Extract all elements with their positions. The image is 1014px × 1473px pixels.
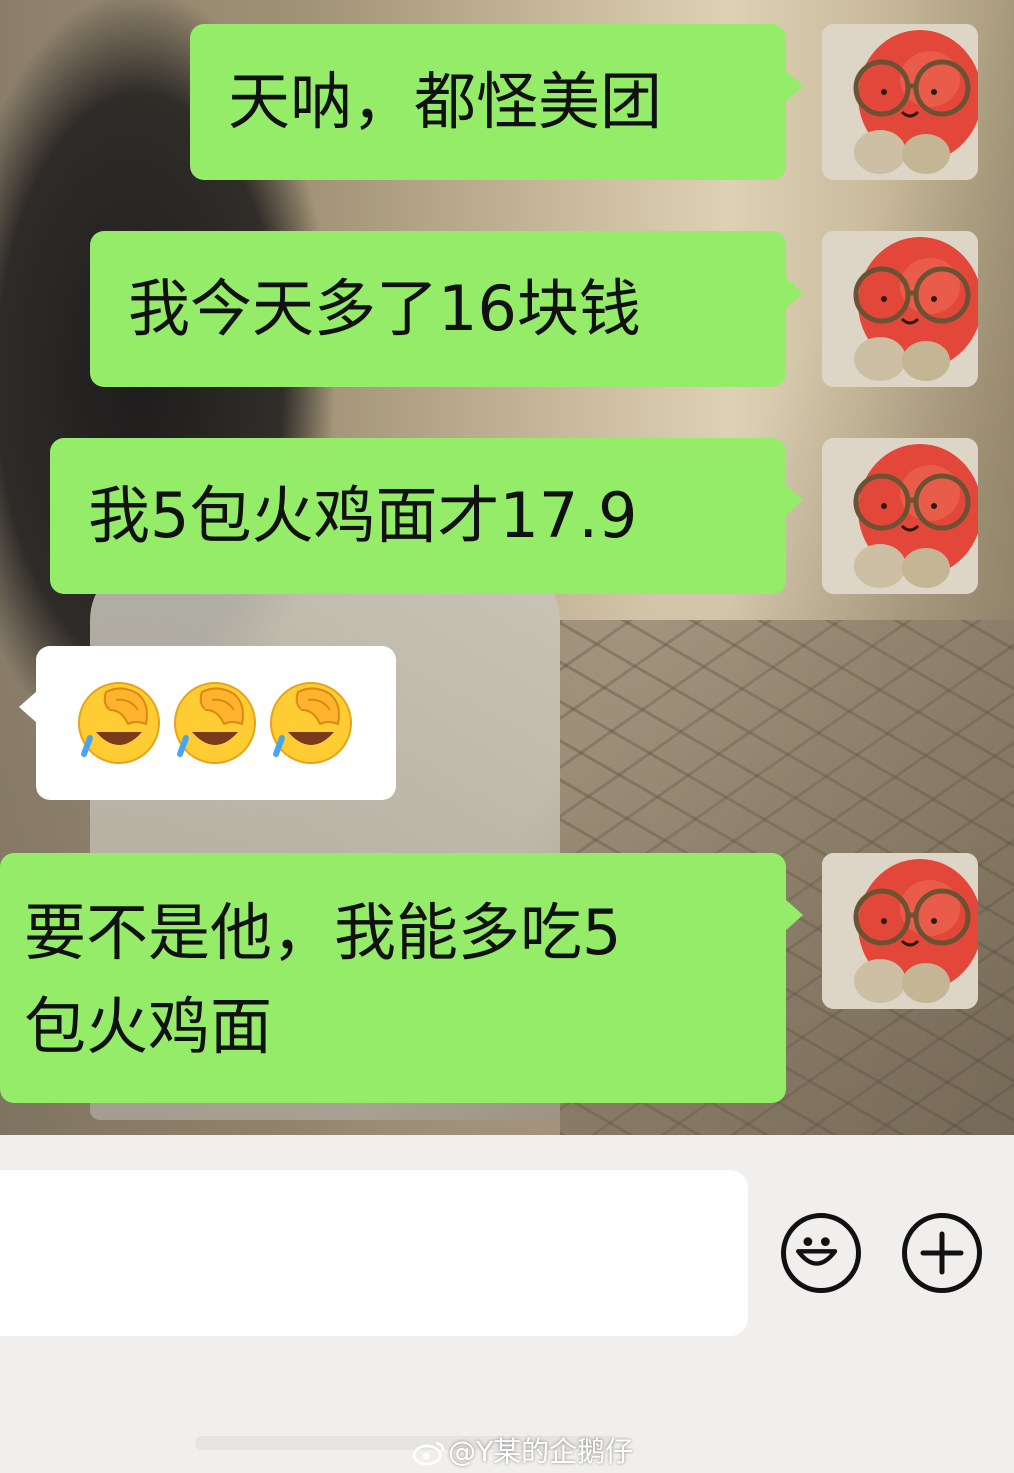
avatar[interactable] [822,231,978,387]
watermark: @Y某的企鹅仔 [412,1430,633,1470]
weibo-logo-icon [412,1441,445,1465]
avatar[interactable] [822,853,978,1009]
bubble-tail [785,899,803,931]
message-text: 我5包火鸡面才17.9 [88,479,638,552]
message-bubble-outgoing[interactable]: 天呐，都怪美团 [190,24,786,180]
bubble-tail [19,691,37,723]
bubble-tail [785,70,803,102]
face-palm-crying-emoji-icon [268,680,354,766]
avatar[interactable] [822,24,978,180]
plus-circle-icon [920,1231,964,1275]
message-bubble-outgoing[interactable]: 我5包火鸡面才17.9 [50,438,786,594]
face-palm-crying-emoji-icon [76,680,162,766]
tomato-plush-avatar-icon [822,853,978,1009]
bubble-tail [785,484,803,516]
watermark-text: @Y某的企鹅仔 [448,1435,634,1468]
avatar[interactable] [822,438,978,594]
tomato-plush-avatar-icon [822,231,978,387]
message-bubble-outgoing[interactable]: 要不是他，我能多吃5 包火鸡面 [0,853,786,1103]
message-bubble-outgoing[interactable]: 我今天多了16块钱 [90,231,786,387]
face-palm-crying-emoji-icon [172,680,258,766]
message-text: 我今天多了16块钱 [128,272,641,345]
emoji-button[interactable] [781,1213,861,1293]
message-text: 天呐，都怪美团 [228,65,663,138]
smiley-face-icon [796,1237,838,1266]
tomato-plush-avatar-icon [822,438,978,594]
tomato-plush-avatar-icon [822,24,978,180]
message-input[interactable] [0,1170,748,1336]
more-button[interactable] [902,1213,982,1293]
message-text-line: 包火鸡面 [24,990,273,1063]
bubble-tail [785,277,803,309]
message-text-line: 要不是他，我能多吃5 [24,896,622,969]
